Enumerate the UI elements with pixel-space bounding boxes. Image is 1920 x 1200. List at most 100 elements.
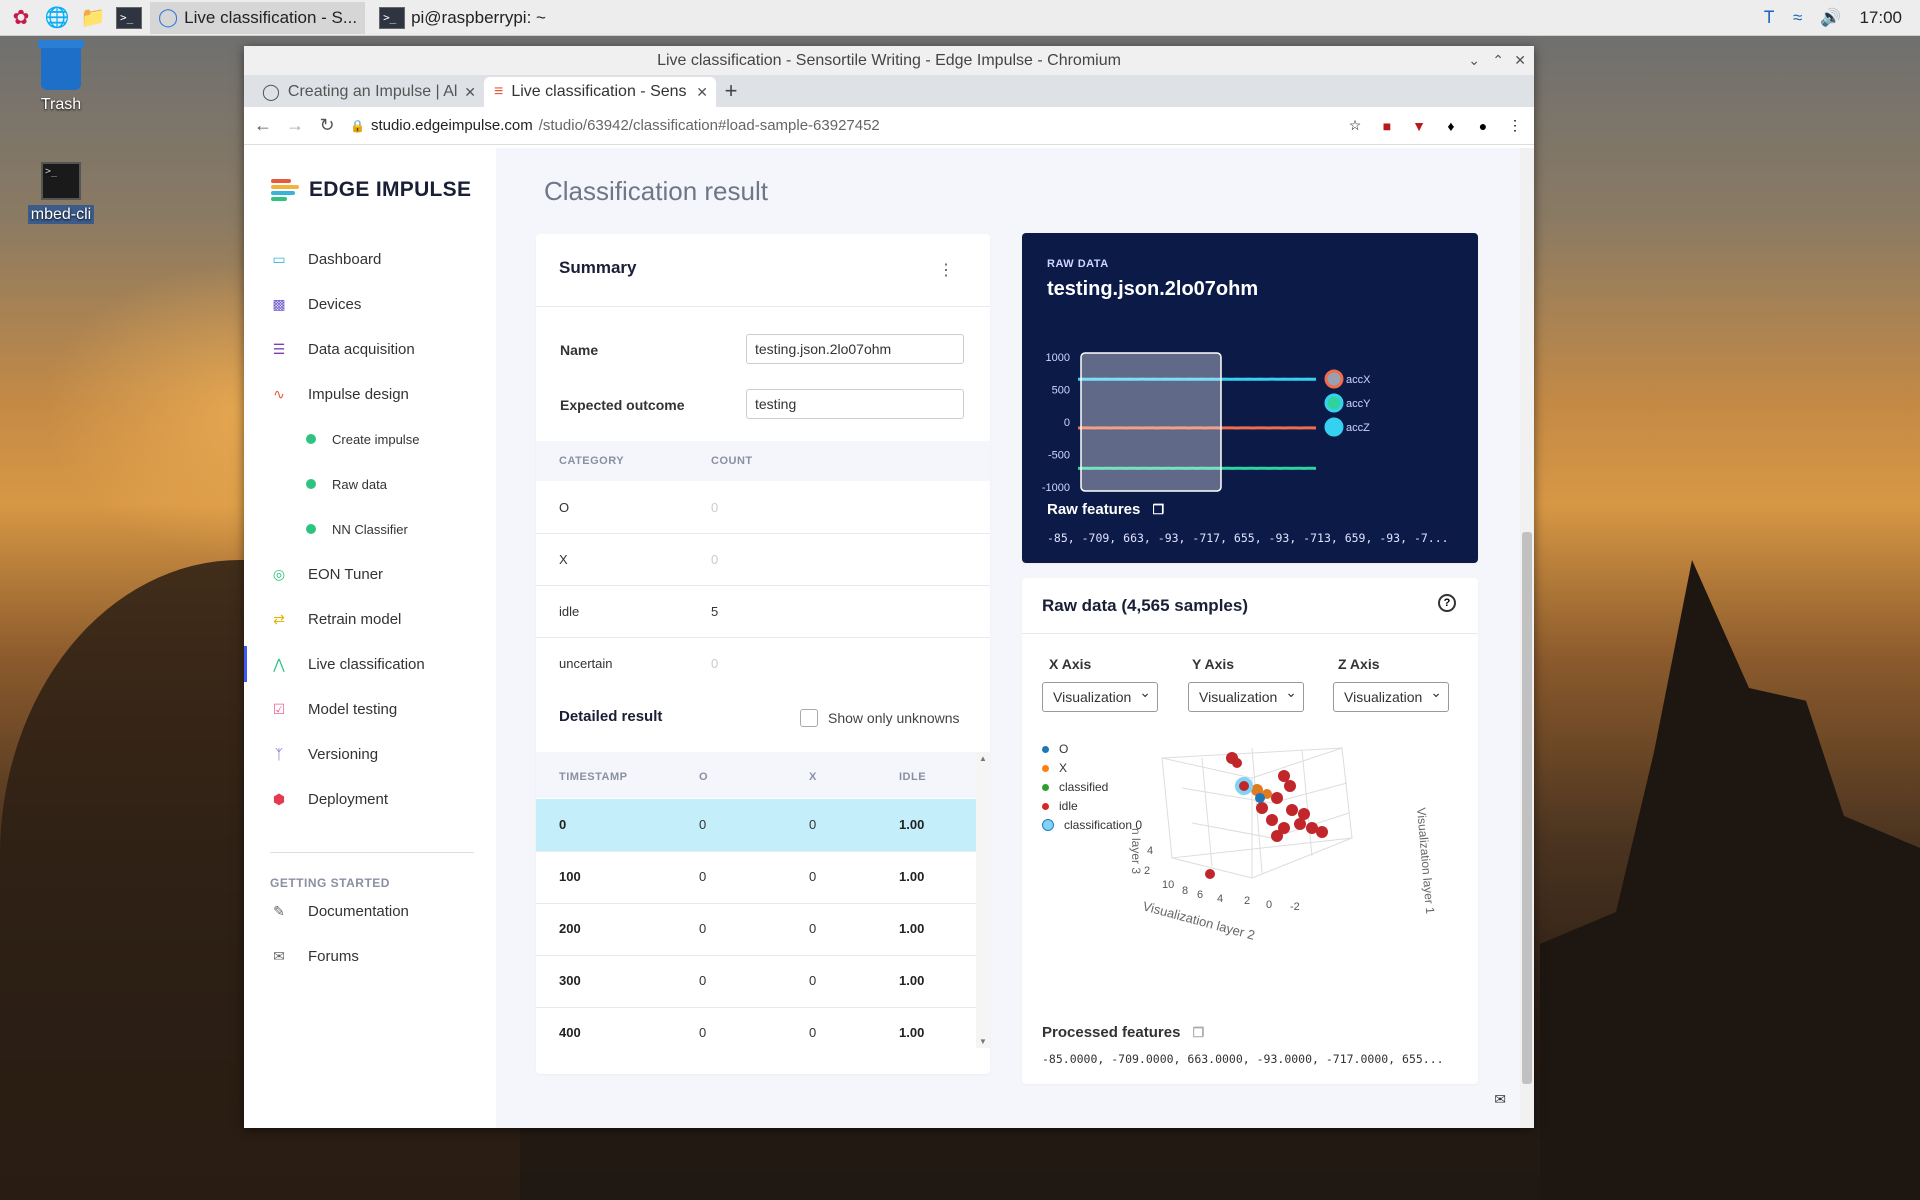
copy-icon[interactable]: ❐ [1153,502,1165,517]
clock[interactable]: 17:00 [1859,8,1902,28]
reload-icon[interactable]: ↻ [318,115,336,136]
show-unknowns-label[interactable]: Show only unknowns [828,710,960,726]
taskbar-task-label: pi@raspberrypi: ~ [411,7,546,27]
y-axis-select[interactable]: Visualization [1188,682,1304,712]
file-manager-icon[interactable]: 📁 [78,3,108,33]
o-cell: 0 [699,869,707,884]
expected-outcome-input[interactable]: testing [746,389,964,419]
tab-close-icon[interactable]: ✕ [692,83,708,101]
kebab-menu-icon[interactable]: ⋮ [1506,117,1524,135]
timestamp-cell[interactable]: 200 [559,921,581,936]
back-icon[interactable]: ← [254,115,272,136]
terminal-launcher-icon[interactable]: >_ [114,3,144,33]
forward-icon[interactable]: → [286,115,304,136]
desktop-icon-mbed-cli[interactable]: >_ mbed-cli [16,162,106,224]
window-title: Live classification - Sensortile Writing… [657,52,1121,69]
taskbar-task-terminal[interactable]: >_ pi@raspberrypi: ~ [371,2,554,34]
tab-label: Live classification - Sens [511,83,687,100]
globe-icon: ◯ [262,84,280,101]
sidebar-item-label: Versioning [308,745,379,763]
axis-label-layer-2: Visualization layer 2 [1141,898,1256,942]
sidebar-item-live-classification[interactable]: ⋀ Live classification [244,646,496,682]
sidebar-item-devices[interactable]: ▩ Devices [244,286,496,322]
sidebar-item-create-impulse[interactable]: Create impulse [244,421,496,457]
tab-live-classification[interactable]: ≡ Live classification - Sens ✕ [484,77,716,107]
page-scrollbar[interactable] [1520,148,1534,1128]
sidebar-item-deployment[interactable]: ⬢ Deployment [244,781,496,817]
y-tick-label: 0 [1064,417,1070,429]
raw-data-chart[interactable]: 10005000-500-100001102203304405506607708… [1022,333,1478,493]
wifi-icon[interactable]: ≈ [1793,8,1802,28]
more-options-icon[interactable]: ⋮ [938,260,954,280]
minimize-icon[interactable]: ⌄ [1468,46,1480,75]
taskbar-task-chromium[interactable]: ◯ Live classification - S... [150,1,366,34]
scroll-down-icon[interactable]: ▼ [979,1037,987,1046]
idle-cell: 1.00 [899,973,925,988]
divider [536,585,990,586]
maximize-icon[interactable]: ⌃ [1492,46,1504,75]
status-dot-icon [306,479,316,489]
y-tick-label: 500 [1052,385,1070,397]
column-header-count: COUNT [711,455,753,467]
raw-features-label: Raw features ❐ [1047,501,1164,518]
sidebar-item-documentation[interactable]: ✎ Documentation [244,893,496,929]
profile-icon[interactable]: ● [1474,117,1492,135]
volume-icon[interactable]: 🔊 [1820,8,1841,28]
timestamp-cell[interactable]: 400 [559,1025,581,1040]
shield-extension-icon[interactable]: ▼ [1410,117,1428,135]
z-axis-select[interactable]: Visualization [1333,682,1449,712]
sidebar-item-label: Create impulse [332,431,420,447]
sidebar-item-nn-classifier[interactable]: NN Classifier [244,511,496,547]
bluetooth-icon[interactable]: Ꭲ [1765,8,1775,28]
copy-icon[interactable]: ❐ [1193,1025,1205,1040]
desktop-icon-trash[interactable]: Trash [16,40,106,114]
name-label: Name [560,342,599,358]
tab-creating-impulse[interactable]: ◯ Creating an Impulse | Al ✕ [252,77,484,107]
sidebar-item-versioning[interactable]: ᛉ Versioning [244,736,496,772]
scatter-3d-plot[interactable]: 4 2 10 8 6 4 2 0 -2 Visualization layer 2 n la… [1022,728,1478,948]
app-content: EDGE IMPULSE ▭ Dashboard ▩ Devices ☰ Dat… [244,148,1534,1128]
detail-table-scrollbar[interactable]: ▲ ▼ [976,752,990,1048]
sidebar-item-data-acquisition[interactable]: ☰ Data acquisition [244,331,496,367]
raspberry-menu-icon[interactable]: ✿ [6,3,36,33]
show-unknowns-checkbox[interactable] [800,709,818,727]
svg-text:0: 0 [1266,899,1272,911]
timestamp-cell[interactable]: 300 [559,973,581,988]
close-icon[interactable]: ✕ [1514,46,1526,75]
timestamp-cell[interactable]: 0 [559,817,566,832]
idle-cell: 1.00 [899,921,925,936]
extension-icon[interactable]: ■ [1378,117,1396,135]
sidebar-item-dashboard[interactable]: ▭ Dashboard [244,241,496,277]
browser-launcher-icon[interactable]: 🌐 [42,3,72,33]
sidebar-item-impulse-design[interactable]: ∿ Impulse design [244,376,496,412]
x-axis-select[interactable]: Visualization [1042,682,1158,712]
feedback-icon[interactable]: ✉ [1494,1091,1506,1108]
brand-logo[interactable]: EDGE IMPULSE [271,178,471,202]
sidebar-item-raw-data[interactable]: Raw data [244,466,496,502]
sidebar-item-eon-tuner[interactable]: ◎ EON Tuner [244,556,496,592]
puzzle-icon[interactable]: ♦ [1442,117,1460,135]
tab-close-icon[interactable]: ✕ [460,84,476,101]
raw-data-label: RAW DATA [1047,258,1109,270]
timestamp-cell[interactable]: 100 [559,869,581,884]
new-tab-button[interactable]: + [716,77,746,107]
bookmark-star-icon[interactable]: ☆ [1346,117,1364,135]
branch-icon: ᛉ [274,746,284,762]
scrollbar-thumb[interactable] [1522,532,1532,1084]
name-input[interactable]: testing.json.2lo07ohm [746,334,964,364]
z-axis-label: Z Axis [1338,656,1380,672]
page-title: Classification result [544,176,768,206]
sidebar-item-forums[interactable]: ✉ Forums [244,938,496,974]
sidebar-item-retrain-model[interactable]: ⇄ Retrain model [244,601,496,637]
legend-marker-accY [1324,393,1344,413]
url-field[interactable]: 🔒 studio.edgeimpulse.com/studio/63942/cl… [350,111,1332,141]
raw-features-heading: Raw features [1047,501,1141,518]
help-icon[interactable]: ? [1438,594,1456,612]
browser-window: Live classification - Sensortile Writing… [244,46,1534,1128]
scroll-up-icon[interactable]: ▲ [979,754,987,763]
category-cell: uncertain [559,656,613,671]
terminal-icon: >_ [41,162,81,200]
sidebar-item-model-testing[interactable]: ☑ Model testing [244,691,496,727]
window-titlebar[interactable]: Live classification - Sensortile Writing… [244,46,1534,75]
y-tick-label: 1000 [1046,352,1070,364]
